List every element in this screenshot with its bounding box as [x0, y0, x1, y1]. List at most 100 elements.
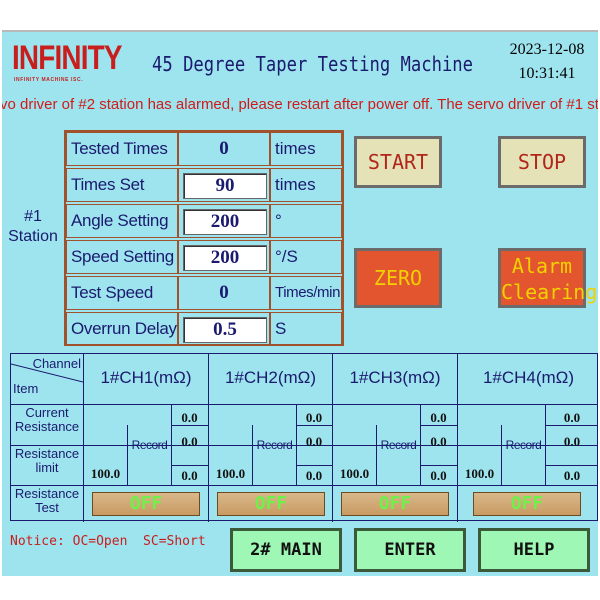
alarm-ticker: vo driver of #2 station has alarmed, ple… — [2, 94, 598, 116]
angle-setting-input[interactable]: 200 — [183, 209, 267, 235]
row-label-line: Resistance — [14, 419, 80, 434]
help-button[interactable]: HELP — [478, 528, 590, 572]
param-row-test-speed: Test Speed 0 Times/min — [66, 276, 342, 312]
row-label-line: Resistance — [14, 486, 80, 501]
ch1-value-1: 0.0 — [181, 410, 198, 425]
param-row-overrun-delay: Overrun Delay 0.5 S — [66, 312, 342, 348]
channel-header-ch4: 1#CH4(mΩ) — [482, 368, 575, 387]
enter-button[interactable]: ENTER — [354, 528, 466, 572]
ch2-limit: 100.0 — [215, 466, 246, 481]
param-label: Test Speed — [66, 276, 178, 310]
row-label-line: Current — [25, 405, 69, 420]
speed-setting-input[interactable]: 200 — [183, 245, 267, 271]
ch1-value-3: 0.0 — [181, 468, 198, 483]
ch1-test-toggle[interactable]: OFF — [92, 492, 200, 516]
speed-setting-cell: 200 — [178, 240, 270, 274]
grid-line — [171, 465, 208, 466]
station-word: Station — [8, 228, 58, 245]
ch2-value-3: 0.0 — [305, 468, 323, 483]
ch2-value-1: 0.0 — [305, 410, 323, 425]
alarm-clearing-button[interactable]: Alarm Clearing — [498, 248, 598, 308]
overrun-delay-input[interactable]: 0.5 — [183, 317, 267, 343]
tested-times-value: 0 — [178, 132, 270, 166]
channel-header-ch2: 1#CH2(mΩ) — [224, 368, 317, 387]
time-text: 10:31:41 — [518, 65, 576, 82]
page-title: 45 Degree Taper Testing Machine — [152, 52, 474, 76]
alarm-clearing-line1: Alarm — [511, 254, 573, 278]
zero-button[interactable]: ZERO — [354, 248, 442, 308]
ch3-limit: 100.0 — [339, 466, 370, 481]
ch3-value-3: 0.0 — [430, 468, 447, 483]
station-label: #1 Station — [4, 207, 62, 247]
record-label: Record — [131, 438, 168, 452]
angle-setting-cell: 200 — [178, 204, 270, 238]
hmi-screen: INFINITY INFINITY MACHINE ISC. 45 Degree… — [2, 30, 598, 576]
ch2-test-toggle[interactable]: OFF — [217, 492, 325, 516]
row-label-current-resistance: Current Resistance — [11, 406, 83, 434]
start-button[interactable]: START — [354, 136, 442, 188]
record-label: Record — [505, 438, 542, 452]
logo-wordmark: INFINITY — [12, 39, 122, 77]
param-unit: times — [270, 132, 342, 166]
channel-header-ch3: 1#CH3(mΩ) — [349, 368, 441, 387]
channel-header-ch1: 1#CH1(mΩ) — [100, 368, 192, 387]
ch3-test-toggle[interactable]: OFF — [341, 492, 449, 516]
grid-line — [376, 425, 377, 485]
param-unit: Times/min — [270, 276, 342, 310]
alarm-message: vo driver of #2 station has alarmed, ple… — [2, 96, 598, 113]
times-set-input[interactable]: 90 — [183, 173, 267, 199]
parameter-table: Tested Times 0 times Times Set 90 times … — [64, 130, 344, 346]
ch4-value-2: 0.0 — [563, 434, 581, 449]
param-unit: ° — [270, 204, 342, 238]
param-label: Angle Setting — [66, 204, 178, 238]
record-label: Record — [256, 438, 293, 452]
ch3-value-1: 0.0 — [430, 410, 447, 425]
grid-line — [252, 425, 253, 485]
param-label: Times Set — [66, 168, 178, 202]
param-label: Speed Setting — [66, 240, 178, 274]
ch4-limit: 100.0 — [464, 466, 495, 481]
test-speed-value: 0 — [178, 276, 270, 310]
param-unit: times — [270, 168, 342, 202]
overrun-delay-cell: 0.5 — [178, 312, 270, 346]
ch4-value-3: 0.0 — [563, 468, 581, 483]
resistance-grid: Channel Item Current Resistance Resistan… — [10, 353, 598, 522]
ch4-value-1: 0.0 — [563, 410, 581, 425]
grid-line — [545, 465, 598, 466]
ch4-test-toggle[interactable]: OFF — [473, 492, 581, 516]
main-2-button[interactable]: 2# MAIN — [230, 528, 342, 572]
grid-line — [501, 425, 502, 485]
param-row-tested-times: Tested Times 0 times — [66, 132, 342, 168]
datetime-display: 2023-12-08 10:31:41 — [502, 38, 592, 86]
row-label-resistance-limit: Resistance limit — [11, 447, 83, 475]
grid-line — [11, 404, 598, 405]
station-number: #1 — [24, 208, 42, 225]
param-unit: S — [270, 312, 342, 346]
param-row-speed-setting: Speed Setting 200 °/S — [66, 240, 342, 276]
corner-channel-label: Channel — [32, 356, 81, 371]
row-label-line: Resistance — [14, 446, 80, 461]
row-label-line: limit — [35, 460, 59, 475]
grid-line — [296, 465, 332, 466]
record-label: Record — [380, 438, 417, 452]
alarm-clearing-line2: Clearing — [501, 280, 598, 304]
row-label-line: Test — [35, 500, 59, 515]
date-text: 2023-12-08 — [509, 41, 585, 58]
param-row-angle-setting: Angle Setting 200 ° — [66, 204, 342, 240]
times-set-cell: 90 — [178, 168, 270, 202]
row-label-resistance-test: Resistance Test — [11, 487, 83, 515]
param-label: Tested Times — [66, 132, 178, 166]
corner-item-label: Item — [13, 381, 39, 396]
param-unit: °/S — [270, 240, 342, 274]
ch1-value-2: 0.0 — [181, 434, 198, 449]
stop-button[interactable]: STOP — [498, 136, 586, 188]
ch1-limit: 100.0 — [90, 466, 121, 481]
grid-line — [420, 465, 457, 466]
param-row-times-set: Times Set 90 times — [66, 168, 342, 204]
notice-text: Notice: OC=Open SC=Short — [10, 534, 206, 549]
param-label: Overrun Delay — [66, 312, 178, 346]
grid-line — [127, 425, 128, 485]
grid-line — [11, 485, 598, 486]
ch2-value-2: 0.0 — [305, 434, 323, 449]
ch3-value-2: 0.0 — [430, 434, 447, 449]
